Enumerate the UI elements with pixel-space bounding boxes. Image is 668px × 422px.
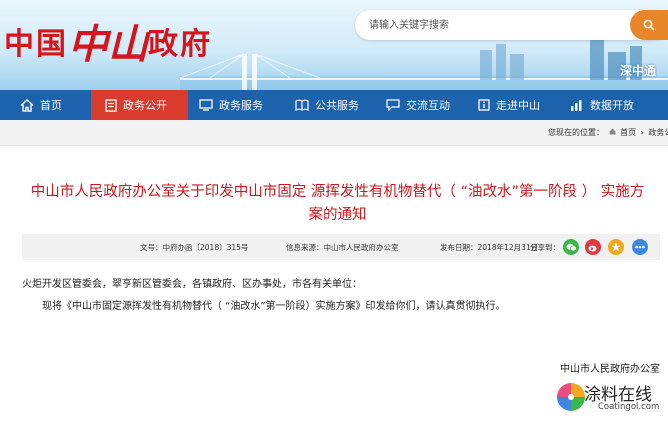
salutation: 火炬开发区管委会，翠亨新区管委会，各镇政府、区办事处，市各有关单位： <box>22 279 362 290</box>
share-label: 分享到： <box>530 243 560 252</box>
logo-text-1: 中国 <box>4 27 68 62</box>
chat-icon <box>386 99 400 111</box>
doc-number: 文号：中府办函〔2018〕315号 <box>140 243 249 252</box>
search-icon <box>643 19 655 31</box>
article-title: 中山市人民政府办公室关于印发中山市固定 源挥发性有机物替代（ “油改水”第一阶段… <box>30 184 645 223</box>
publish-date: 发布日期：2018年12月31日 <box>440 243 539 252</box>
home-icon <box>609 128 616 135</box>
signature: 中山市人民政府办公室 <box>560 364 660 375</box>
site-logo[interactable]: 中国中山政府 <box>4 8 212 68</box>
nav-label: 公共服务 <box>315 99 359 112</box>
nav-item-government-affairs[interactable]: 政务公开 <box>91 90 188 120</box>
nav-label: 交流互动 <box>406 99 450 112</box>
nav-item-about-zhongshan[interactable]: 走进中山 <box>478 90 540 120</box>
wechat-share-icon[interactable] <box>563 239 579 255</box>
nav-label: 走进中山 <box>496 99 540 112</box>
nav-item-open-data[interactable]: 数据开放 <box>570 90 634 120</box>
nav-item-interaction[interactable]: 交流互动 <box>386 90 450 120</box>
nav-item-home[interactable]: 首页 <box>20 90 62 120</box>
info-source: 信息来源：中山市人民政府办公室 <box>286 243 399 252</box>
logo-text-3: 政府 <box>148 27 212 62</box>
home-icon <box>20 98 34 112</box>
weibo-share-icon[interactable] <box>585 239 601 255</box>
body-paragraph: 现将《中山市固定源挥发性有机物替代（ “油改水”第一阶段）实施方案》印发给你们，… <box>42 301 506 312</box>
info-icon <box>478 99 490 111</box>
search-input[interactable] <box>369 16 609 34</box>
article-meta-bar: 文号：中府办函〔2018〕315号 信息来源：中山市人民政府办公室 发布日期：2… <box>22 234 660 260</box>
bridge-illustration <box>180 40 668 90</box>
nav-item-government-services[interactable]: 政务服务 <box>199 90 263 120</box>
bar-chart-icon <box>571 100 582 111</box>
header-tagline: 深中通 <box>620 64 657 78</box>
breadcrumb: 您现在的位置： 首页 › 政务公 <box>0 120 668 146</box>
watermark-url: Coatingol.com <box>598 402 660 412</box>
pinwheel-logo-icon <box>557 383 585 411</box>
page: { "header": { "logo_part1": "中国", "logo_… <box>0 0 668 422</box>
monitor-icon <box>199 99 213 111</box>
breadcrumb-separator: › <box>640 128 644 137</box>
nav-item-public-services[interactable]: 公共服务 <box>295 90 359 120</box>
breadcrumb-prefix: 您现在的位置： <box>548 128 604 137</box>
header-banner: 中国中山政府 深中通 <box>0 0 668 90</box>
watermark: 涂料在线 Coatingol.com <box>556 378 668 418</box>
more-share-icon[interactable] <box>632 239 648 255</box>
search-box <box>355 10 668 40</box>
search-button[interactable] <box>630 10 668 40</box>
nav-label: 政务公开 <box>123 99 167 112</box>
breadcrumb-link-section[interactable]: 政务公 <box>648 128 668 137</box>
nav-label: 数据开放 <box>590 99 634 112</box>
qzone-share-icon[interactable] <box>608 239 624 255</box>
logo-text-2: 中山 <box>68 21 148 68</box>
nav-label: 政务服务 <box>219 99 263 112</box>
breadcrumb-link-home[interactable]: 首页 <box>620 128 636 137</box>
main-nav: 首页 政务公开 政务服务 公共服务 交流互动 走进中山 数据开放 <box>0 90 668 120</box>
nav-label: 首页 <box>40 99 62 112</box>
document-icon <box>105 98 117 112</box>
book-icon <box>295 99 309 111</box>
